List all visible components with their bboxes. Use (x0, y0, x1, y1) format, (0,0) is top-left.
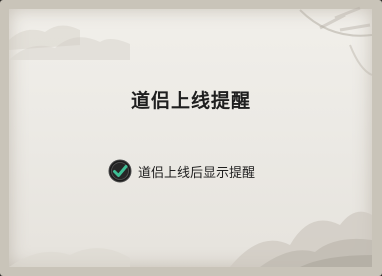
checkmark-icon[interactable] (108, 159, 132, 183)
toggle-label: 道侣上线后显示提醒 (138, 165, 256, 181)
dialog-title: 道侣上线提醒 (130, 90, 251, 112)
ink-landscape-decoration (9, 6, 373, 267)
reminder-dialog: 道侣上线提醒 道侣上线后显示提醒 (0, 0, 382, 276)
online-reminder-toggle[interactable]: 道侣上线后显示提醒 (108, 159, 255, 183)
